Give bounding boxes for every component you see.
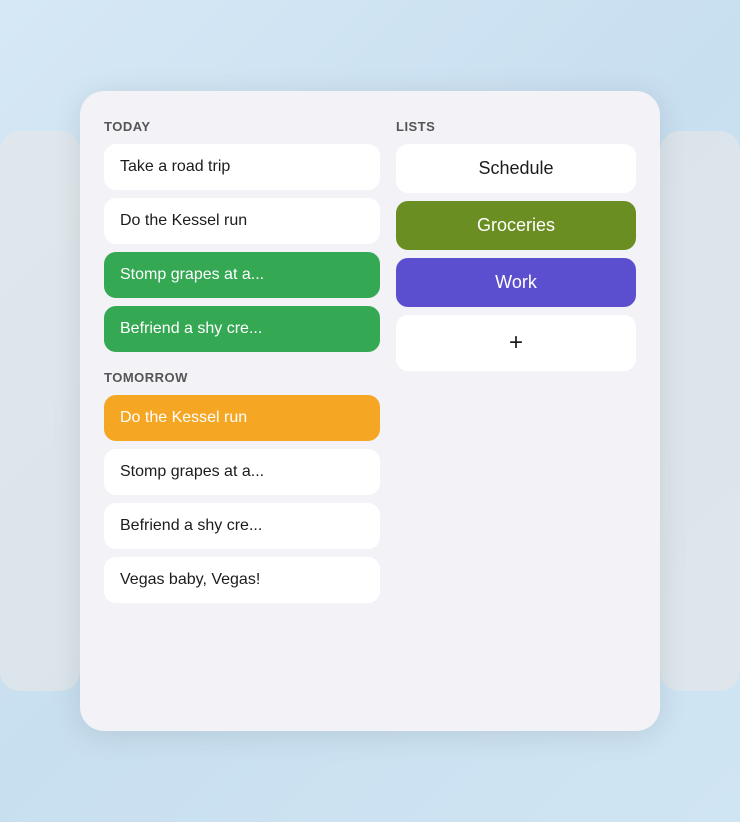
task-befriend-shy[interactable]: Befriend a shy cre... <box>104 306 380 352</box>
side-panel-left <box>0 131 80 691</box>
list-groceries[interactable]: Groceries <box>396 201 636 250</box>
list-work[interactable]: Work <box>396 258 636 307</box>
main-card: TODAY Take a road trip Do the Kessel run… <box>80 91 660 731</box>
left-column: TODAY Take a road trip Do the Kessel run… <box>104 119 380 703</box>
task-do-kessel-run[interactable]: Do the Kessel run <box>104 198 380 244</box>
lists-label: LISTS <box>396 119 636 134</box>
task-take-road-trip[interactable]: Take a road trip <box>104 144 380 190</box>
task-tomorrow-befriend[interactable]: Befriend a shy cre... <box>104 503 380 549</box>
tomorrow-label: TOMORROW <box>104 370 380 385</box>
task-tomorrow-stomp[interactable]: Stomp grapes at a... <box>104 449 380 495</box>
side-panel-right <box>660 131 740 691</box>
task-tomorrow-vegas[interactable]: Vegas baby, Vegas! <box>104 557 380 603</box>
task-stomp-grapes[interactable]: Stomp grapes at a... <box>104 252 380 298</box>
task-tomorrow-kessel[interactable]: Do the Kessel run <box>104 395 380 441</box>
list-schedule[interactable]: Schedule <box>396 144 636 193</box>
today-label: TODAY <box>104 119 380 134</box>
right-column: LISTS Schedule Groceries Work + <box>396 119 636 703</box>
app-container: TODAY Take a road trip Do the Kessel run… <box>0 0 740 822</box>
list-add-button[interactable]: + <box>396 315 636 371</box>
